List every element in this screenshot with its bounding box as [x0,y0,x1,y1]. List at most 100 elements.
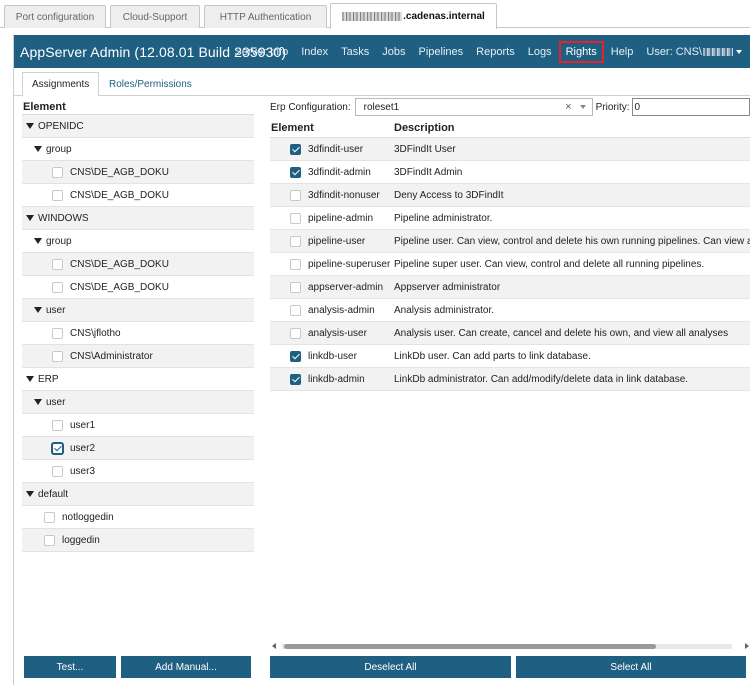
redacted-username [703,47,733,56]
tree-leaf[interactable]: CNS\DE_AGB_DOKU [22,161,254,184]
row-checkbox[interactable] [290,327,301,339]
browser-tab-cadenas-internal[interactable]: .cadenas.internal [330,3,497,29]
table-row[interactable]: pipeline-admin Pipeline administrator. [270,207,750,230]
expand-triangle-icon[interactable] [26,123,34,129]
tree-checkbox[interactable] [52,189,63,201]
deselect-all-button[interactable]: Deselect All [270,656,511,678]
tree-node-erp[interactable]: ERP [22,368,254,391]
rights-panel: Erp Configuration: roleset1 × Priority: … [270,96,750,391]
tree-node-group[interactable]: group [22,138,254,161]
expand-triangle-icon[interactable] [26,376,34,382]
tree-checkbox[interactable] [52,419,63,431]
tree-leaf[interactable]: loggedin [22,529,254,552]
tree-leaf[interactable]: CNS\DE_AGB_DOKU [22,253,254,276]
tree-leaf[interactable]: user3 [22,460,254,483]
select-all-button[interactable]: Select All [516,656,746,678]
nav-server-info[interactable]: Server Info [232,44,290,60]
tree-checkbox[interactable] [44,534,55,546]
tree-leaf[interactable]: CNS\DE_AGB_DOKU [22,276,254,299]
table-row[interactable]: 3dfindit-user 3DFindIt User [270,138,750,161]
tree-node-group[interactable]: group [22,230,254,253]
row-checkbox[interactable] [290,258,301,270]
horizontal-scrollbar[interactable] [270,641,750,651]
expand-triangle-icon[interactable] [34,399,42,405]
tree-node-default[interactable]: default [22,483,254,506]
browser-tab-cloud-support[interactable]: Cloud-Support [110,5,200,28]
tree-checkbox[interactable] [52,327,63,339]
subtab-bar: Assignments Roles/Permissions [14,72,750,97]
tree-node-openidc[interactable]: OPENIDC [22,115,254,138]
tab-roles-permissions[interactable]: Roles/Permissions [100,72,201,96]
table-row[interactable]: analysis-admin Analysis administrator. [270,299,750,322]
row-checkbox[interactable] [290,189,301,201]
expand-triangle-icon[interactable] [34,307,42,313]
expand-triangle-icon[interactable] [26,491,34,497]
tree-checkbox[interactable] [52,166,63,178]
row-checkbox[interactable] [290,235,301,247]
add-manual-button[interactable]: Add Manual... [121,656,251,678]
row-checkbox[interactable] [290,304,301,316]
table-row[interactable]: linkdb-admin LinkDb administrator. Can ad… [270,368,750,391]
app-window: AppServer Admin (12.08.01 Build 235930) … [13,35,750,685]
tree-checkbox-checked[interactable] [52,442,63,454]
nav-index[interactable]: Index [299,44,330,60]
test-button[interactable]: Test... [24,656,116,678]
expand-triangle-icon[interactable] [26,215,34,221]
nav-pipelines[interactable]: Pipelines [417,44,466,60]
tree-checkbox[interactable] [52,350,63,362]
tree-node-user[interactable]: user [22,391,254,414]
row-checkbox[interactable] [290,212,301,224]
table-row[interactable]: 3dfindit-admin 3DFindIt Admin [270,161,750,184]
chevron-down-icon[interactable] [579,105,586,109]
nav-jobs[interactable]: Jobs [380,44,407,60]
main-nav: Server Info Index Tasks Jobs Pipelines R… [223,35,744,68]
scroll-right-icon[interactable] [745,643,749,649]
tree-leaf[interactable]: CNS\DE_AGB_DOKU [22,184,254,207]
column-header-description[interactable]: Description [394,122,750,134]
expand-triangle-icon[interactable] [34,238,42,244]
tree-checkbox[interactable] [44,511,55,523]
scrollbar-thumb[interactable] [284,644,656,649]
nav-reports[interactable]: Reports [474,44,517,60]
table-row[interactable]: analysis-user Analysis user. Can create, … [270,322,750,345]
priority-label: Priority: [595,101,630,113]
tree-leaf[interactable]: CNS\Administrator [22,345,254,368]
scroll-left-icon[interactable] [272,643,276,649]
priority-input[interactable]: 0 [631,98,750,116]
table-row[interactable]: appserver-admin Appserver administrator [270,276,750,299]
erp-config-select[interactable]: roleset1 × [354,98,593,116]
user-label: User: CNS\ [646,45,702,58]
tree-leaf-selected[interactable]: user2 [22,437,254,460]
tree-leaf[interactable]: CNS\jflotho [22,322,254,345]
table-row[interactable]: pipeline-user Pipeline user. Can view, co… [270,230,750,253]
tree-leaf[interactable]: notloggedin [22,506,254,529]
row-checkbox[interactable] [290,166,301,178]
tree-node-user[interactable]: user [22,299,254,322]
tree-checkbox[interactable] [52,281,63,293]
nav-logs[interactable]: Logs [526,44,554,60]
clear-icon[interactable]: × [565,101,571,113]
tree-checkbox[interactable] [52,465,63,477]
expand-triangle-icon[interactable] [34,146,42,152]
column-header-element[interactable]: Element [270,122,394,134]
nav-help[interactable]: Help [609,44,636,60]
erp-config-value: roleset1 [363,101,400,113]
browser-tab-http-authentication[interactable]: HTTP Authentication [204,5,327,28]
tab-assignments[interactable]: Assignments [22,72,100,97]
tree-node-windows[interactable]: WINDOWS [22,207,254,230]
assignment-tree: Element OPENIDC group CNS\DE_AGB_DOKU CN… [22,98,254,552]
nav-rights[interactable]: Rights [558,40,604,63]
row-checkbox[interactable] [290,143,301,155]
row-checkbox[interactable] [290,350,301,362]
table-row[interactable]: pipeline-superuser Pipeline super user. C… [270,253,750,276]
user-menu[interactable]: User: CNS\ [644,44,744,60]
erp-config-label: Erp Configuration: [270,101,351,113]
browser-tab-port-configuration[interactable]: Port configuration [4,5,106,28]
row-checkbox[interactable] [290,373,301,385]
tree-leaf[interactable]: user1 [22,414,254,437]
nav-tasks[interactable]: Tasks [339,44,371,60]
table-row[interactable]: linkdb-user LinkDb user. Can add parts to… [270,345,750,368]
row-checkbox[interactable] [290,281,301,293]
tree-checkbox[interactable] [52,258,63,270]
table-row[interactable]: 3dfindit-nonuser Deny Access to 3DFindIt [270,184,750,207]
